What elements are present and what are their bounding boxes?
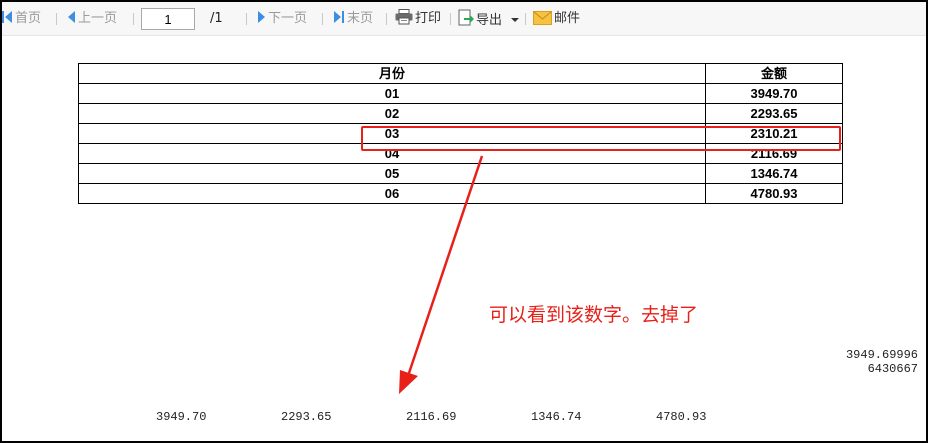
bottom-value: 2116.69 (406, 410, 457, 424)
bottom-value: 1346.74 (531, 410, 582, 424)
annotation-arrow (399, 155, 484, 394)
annotation-text: 可以看到该数字。去掉了 (489, 304, 699, 326)
bottom-value: 4780.93 (656, 410, 707, 424)
leaked-value: 3949.69996 6430667 (845, 348, 918, 376)
bottom-value: 3949.70 (156, 410, 207, 424)
report-viewer: 首页 上一页 /1 下一页 末页 打印 (0, 0, 928, 443)
bottom-value: 2293.65 (281, 410, 332, 424)
